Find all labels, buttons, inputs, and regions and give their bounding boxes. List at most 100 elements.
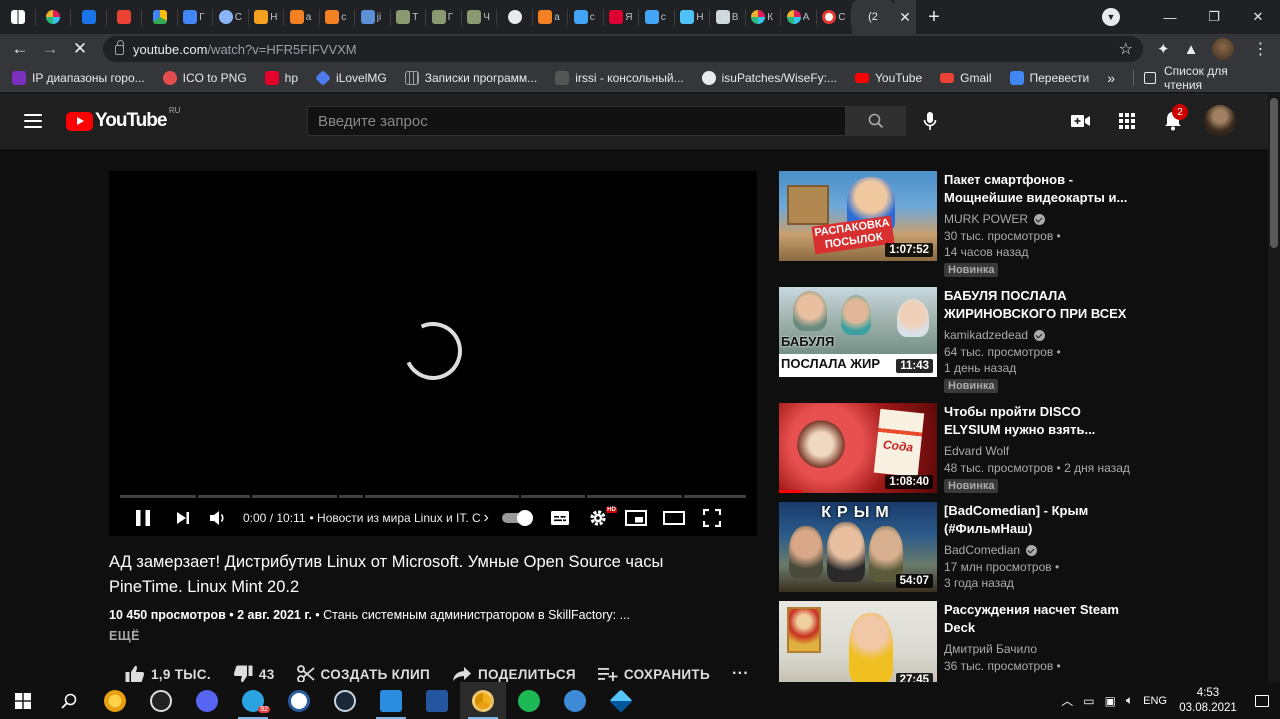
browser-tab[interactable] <box>107 0 143 34</box>
channel-name[interactable]: Дмитрий Бачило <box>944 640 1139 658</box>
search-button[interactable] <box>846 106 906 136</box>
chapter-segment[interactable] <box>251 495 338 498</box>
taskbar-app[interactable] <box>138 682 184 719</box>
taskbar-app[interactable] <box>506 682 552 719</box>
create-clip-button[interactable]: СОЗДАТЬ КЛИП <box>296 665 430 683</box>
taskbar-app[interactable] <box>276 682 322 719</box>
channel-name[interactable]: MURK POWER <box>944 210 1139 228</box>
taskbar-app[interactable] <box>368 682 414 719</box>
chapter-segment[interactable] <box>684 495 746 498</box>
browser-tab[interactable]: с <box>568 0 604 34</box>
taskbar-app[interactable] <box>552 682 598 719</box>
channel-name[interactable]: kamikadzedead <box>944 326 1139 344</box>
browser-tab[interactable]: ji <box>355 0 391 34</box>
browser-tab[interactable]: Я <box>604 0 640 34</box>
browser-tab[interactable] <box>71 0 107 34</box>
next-button[interactable] <box>167 503 199 533</box>
forward-icon[interactable]: → <box>35 34 65 64</box>
network-icon[interactable]: ▣ <box>1105 694 1116 708</box>
channel-name[interactable]: Edvard Wolf <box>944 442 1139 460</box>
system-clock[interactable]: 4:53 03.08.2021 <box>1172 686 1244 716</box>
browser-tab[interactable]: С <box>213 0 249 34</box>
browser-tab[interactable]: Н <box>675 0 711 34</box>
taskbar-app-chrome[interactable] <box>460 682 506 719</box>
scrollbar-thumb[interactable] <box>1270 98 1278 248</box>
browser-tab[interactable]: а <box>533 0 569 34</box>
browser-tab[interactable]: Ч <box>462 0 498 34</box>
recommended-video[interactable]: РАСПАКОВКА ПОСЫЛОК 1:07:52 Пакет смартфо… <box>779 171 1139 277</box>
bookmark-item[interactable]: isuPatches/WiseFy:... <box>701 64 837 92</box>
start-button[interactable] <box>0 682 46 719</box>
bookmarks-overflow-icon[interactable]: » <box>1107 70 1115 86</box>
recommended-video[interactable]: КРЫМ 54:07 [BadComedian] - Крым (#ФильмН… <box>779 502 1139 596</box>
browser-tab[interactable]: Н <box>249 0 285 34</box>
new-tab-icon[interactable]: + <box>916 0 952 34</box>
tray-overflow-icon[interactable]: ︿ <box>1061 692 1073 709</box>
video-thumbnail[interactable]: БАБУЛЯ ПОСЛАЛА ЖИР 11:43 <box>779 287 937 377</box>
dislike-button[interactable]: 43 <box>233 665 275 683</box>
page-scrollbar[interactable] <box>1268 93 1280 682</box>
action-center-button[interactable] <box>1244 682 1280 719</box>
recommended-video-title[interactable]: Пакет смартфонов - Мощнейшие видеокарты … <box>944 171 1139 207</box>
browser-menu-icon[interactable]: ⋮ <box>1252 39 1268 59</box>
chapter-segment[interactable] <box>197 495 250 498</box>
video-player[interactable]: 0:00 / 10:11 • Новости из мира Linux и I… <box>109 171 757 536</box>
close-tab-icon[interactable]: ✕ <box>894 0 916 34</box>
tab-search-icon[interactable]: ▼ <box>1102 8 1120 26</box>
theater-mode-button[interactable] <box>655 503 693 533</box>
recommended-video-title[interactable]: БАБУЛЯ ПОСЛАЛА ЖИРИНОВСКОГО ПРИ ВСЕХ <box>944 287 1139 323</box>
minimize-icon[interactable]: — <box>1148 0 1192 34</box>
video-thumbnail[interactable]: 27:45 <box>779 601 937 682</box>
progress-bar[interactable] <box>120 495 746 498</box>
browser-tab[interactable]: К <box>746 0 782 34</box>
recommended-video[interactable]: 27:45 Рассуждения насчет Steam Deck Дмит… <box>779 601 1139 682</box>
browser-tab[interactable]: Г <box>426 0 462 34</box>
language-indicator[interactable]: ENG <box>1143 695 1167 707</box>
stop-loading-icon[interactable]: ✕ <box>65 34 95 64</box>
battery-icon[interactable]: ▭ <box>1083 694 1094 708</box>
chapter-segment[interactable] <box>520 495 585 498</box>
video-thumbnail[interactable]: Сода 1:08:40 <box>779 403 937 493</box>
chapter-segment[interactable] <box>365 495 519 498</box>
recommended-video-title[interactable]: [BadComedian] - Крым (#ФильмНаш) <box>944 502 1139 538</box>
taskbar-app[interactable] <box>92 682 138 719</box>
voice-search-button[interactable] <box>916 106 944 136</box>
browser-tab[interactable]: а <box>284 0 320 34</box>
account-avatar[interactable] <box>1204 105 1236 137</box>
browser-tab[interactable] <box>142 0 178 34</box>
browser-tab[interactable]: Т <box>391 0 427 34</box>
youtube-logo[interactable]: YouTube RU <box>66 106 180 132</box>
save-button[interactable]: СОХРАНИТЬ <box>597 666 710 682</box>
browser-tab[interactable]: с <box>320 0 356 34</box>
video-thumbnail[interactable]: КРЫМ 54:07 <box>779 502 937 592</box>
recommended-video-title[interactable]: Чтобы пройти DISCO ELYSIUM нужно взять..… <box>944 403 1139 439</box>
bookmark-item[interactable]: iLovelMG <box>315 64 387 92</box>
bookmark-item[interactable]: ICO to PNG <box>162 64 247 92</box>
window-close-icon[interactable]: ✕ <box>1236 0 1280 34</box>
like-button[interactable]: 1,9 ТЫС. <box>125 665 211 683</box>
browser-tab[interactable]: В <box>710 0 746 34</box>
browser-tab[interactable] <box>36 0 72 34</box>
bookmark-item[interactable]: Gmail <box>940 64 992 92</box>
search-button[interactable] <box>46 682 92 719</box>
recommended-video-title[interactable]: Рассуждения насчет Steam Deck <box>944 601 1139 637</box>
video-thumbnail[interactable]: РАСПАКОВКА ПОСЫЛОК 1:07:52 <box>779 171 937 261</box>
share-button[interactable]: ПОДЕЛИТЬСЯ <box>452 666 576 682</box>
recommended-video[interactable]: БАБУЛЯ ПОСЛАЛА ЖИР 11:43 БАБУЛЯ ПОСЛАЛА … <box>779 287 1139 393</box>
apps-button[interactable] <box>1104 101 1150 141</box>
profile-avatar[interactable] <box>1212 38 1235 60</box>
browser-tab-active[interactable]: (2 <box>852 0 894 34</box>
chapter-segment[interactable] <box>339 495 364 498</box>
chapter-segment[interactable] <box>120 495 196 498</box>
channel-name[interactable]: BadComedian <box>944 541 1139 559</box>
taskbar-app[interactable]: 92 <box>230 682 276 719</box>
create-video-button[interactable] <box>1058 101 1104 141</box>
bookmark-item[interactable]: Перевести <box>1009 64 1089 92</box>
taskbar-app[interactable] <box>322 682 368 719</box>
bookmark-item[interactable]: YouTube <box>855 64 922 92</box>
settings-button[interactable]: HD <box>579 503 617 533</box>
mute-button[interactable] <box>199 503 237 533</box>
chapter-segment[interactable] <box>586 495 683 498</box>
flask-icon[interactable]: ▲ <box>1184 41 1199 58</box>
autoplay-toggle[interactable] <box>489 503 533 533</box>
